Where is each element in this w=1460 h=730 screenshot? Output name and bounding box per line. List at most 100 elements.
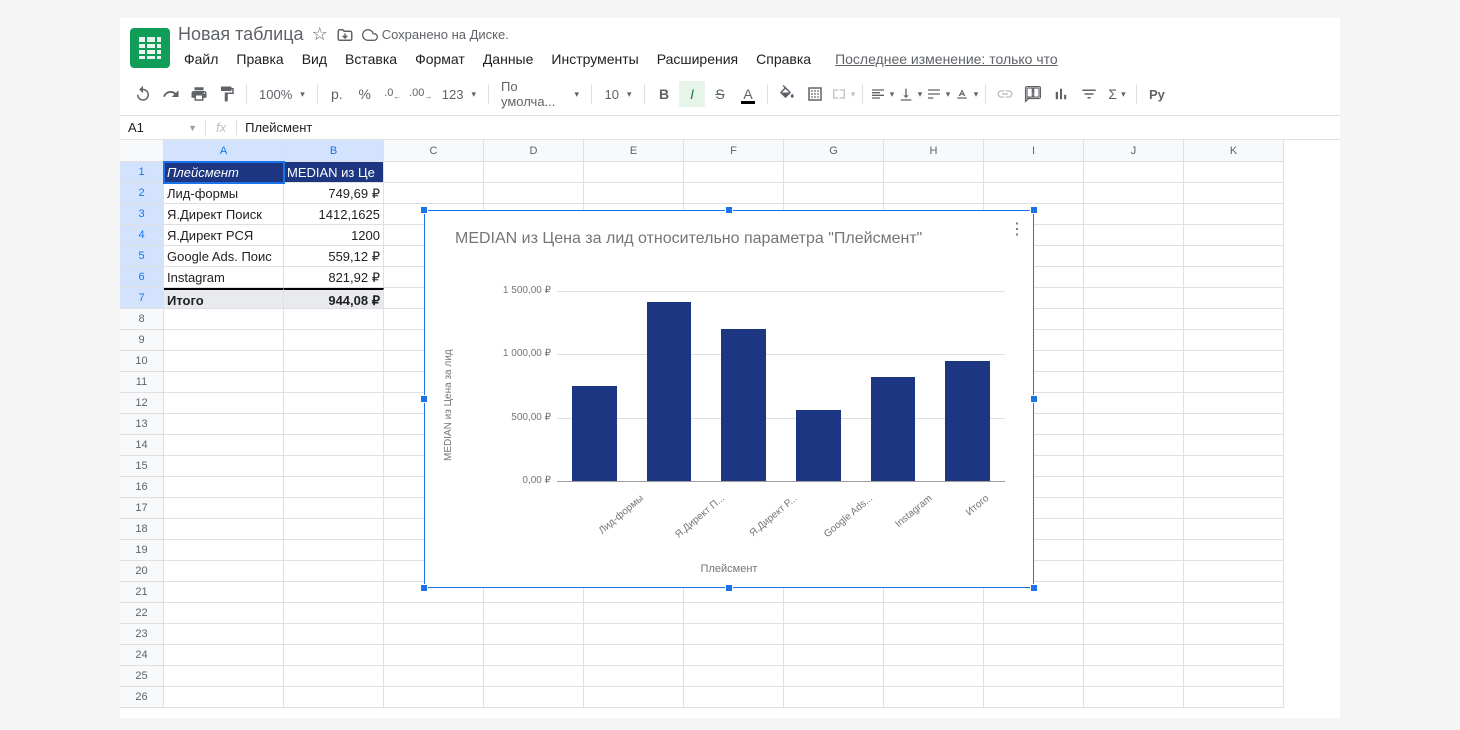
row-header-19[interactable]: 19 xyxy=(120,540,164,561)
chart-object[interactable]: ⋮ MEDIAN из Цена за лид относительно пар… xyxy=(424,210,1034,588)
cell-D23[interactable] xyxy=(484,624,584,645)
cell-H23[interactable] xyxy=(884,624,984,645)
cell-D24[interactable] xyxy=(484,645,584,666)
cell-I24[interactable] xyxy=(984,645,1084,666)
cell-J25[interactable] xyxy=(1084,666,1184,687)
cell-J16[interactable] xyxy=(1084,477,1184,498)
cell-J1[interactable] xyxy=(1084,162,1184,183)
cell-J18[interactable] xyxy=(1084,519,1184,540)
cell-K19[interactable] xyxy=(1184,540,1284,561)
cell-D26[interactable] xyxy=(484,687,584,708)
cell-B12[interactable] xyxy=(284,393,384,414)
percent-button[interactable]: % xyxy=(352,81,378,107)
fill-color-button[interactable] xyxy=(774,81,800,107)
row-header-24[interactable]: 24 xyxy=(120,645,164,666)
paint-format-button[interactable] xyxy=(214,81,240,107)
cell-K23[interactable] xyxy=(1184,624,1284,645)
cell-A22[interactable] xyxy=(164,603,284,624)
col-header-J[interactable]: J xyxy=(1084,140,1184,162)
cell-B15[interactable] xyxy=(284,456,384,477)
cell-B2[interactable]: 749,69 ₽ xyxy=(284,183,384,204)
cell-K13[interactable] xyxy=(1184,414,1284,435)
col-header-H[interactable]: H xyxy=(884,140,984,162)
cell-A25[interactable] xyxy=(164,666,284,687)
cell-J19[interactable] xyxy=(1084,540,1184,561)
cell-K1[interactable] xyxy=(1184,162,1284,183)
cell-A15[interactable] xyxy=(164,456,284,477)
cell-H1[interactable] xyxy=(884,162,984,183)
cell-J11[interactable] xyxy=(1084,372,1184,393)
row-header-1[interactable]: 1 xyxy=(120,162,164,183)
h-align-button[interactable] xyxy=(869,81,895,107)
row-header-23[interactable]: 23 xyxy=(120,624,164,645)
doc-title[interactable]: Новая таблица xyxy=(178,24,304,45)
col-header-A[interactable]: A xyxy=(164,140,284,162)
row-header-12[interactable]: 12 xyxy=(120,393,164,414)
cell-A1[interactable]: Плейсмент xyxy=(164,162,284,183)
currency-button[interactable]: р. xyxy=(324,81,350,107)
cell-I22[interactable] xyxy=(984,603,1084,624)
row-header-18[interactable]: 18 xyxy=(120,519,164,540)
link-button[interactable] xyxy=(992,81,1018,107)
cell-A18[interactable] xyxy=(164,519,284,540)
menu-Формат[interactable]: Формат xyxy=(409,49,471,69)
cell-G22[interactable] xyxy=(784,603,884,624)
cell-I23[interactable] xyxy=(984,624,1084,645)
menu-Расширения[interactable]: Расширения xyxy=(651,49,744,69)
borders-button[interactable] xyxy=(802,81,828,107)
row-header-11[interactable]: 11 xyxy=(120,372,164,393)
cell-A17[interactable] xyxy=(164,498,284,519)
cell-H22[interactable] xyxy=(884,603,984,624)
cell-A13[interactable] xyxy=(164,414,284,435)
text-color-button[interactable]: A xyxy=(735,81,761,107)
cell-E22[interactable] xyxy=(584,603,684,624)
cell-B26[interactable] xyxy=(284,687,384,708)
cell-A19[interactable] xyxy=(164,540,284,561)
bar-3[interactable] xyxy=(796,410,841,481)
col-header-G[interactable]: G xyxy=(784,140,884,162)
cell-K2[interactable] xyxy=(1184,183,1284,204)
row-header-22[interactable]: 22 xyxy=(120,603,164,624)
cell-J23[interactable] xyxy=(1084,624,1184,645)
cell-G24[interactable] xyxy=(784,645,884,666)
cell-I25[interactable] xyxy=(984,666,1084,687)
sheets-logo-icon[interactable] xyxy=(130,28,170,68)
cell-B10[interactable] xyxy=(284,351,384,372)
menu-Вставка[interactable]: Вставка xyxy=(339,49,403,69)
cell-A9[interactable] xyxy=(164,330,284,351)
cell-C25[interactable] xyxy=(384,666,484,687)
cell-E23[interactable] xyxy=(584,624,684,645)
cell-B23[interactable] xyxy=(284,624,384,645)
cell-H2[interactable] xyxy=(884,183,984,204)
cell-B16[interactable] xyxy=(284,477,384,498)
cell-B19[interactable] xyxy=(284,540,384,561)
cell-F22[interactable] xyxy=(684,603,784,624)
text-wrap-button[interactable] xyxy=(925,81,951,107)
cell-H24[interactable] xyxy=(884,645,984,666)
cell-G23[interactable] xyxy=(784,624,884,645)
cell-A26[interactable] xyxy=(164,687,284,708)
cell-E24[interactable] xyxy=(584,645,684,666)
cell-A5[interactable]: Google Ads. Поис xyxy=(164,246,284,267)
cell-F23[interactable] xyxy=(684,624,784,645)
cell-J24[interactable] xyxy=(1084,645,1184,666)
cell-K7[interactable] xyxy=(1184,288,1284,309)
cell-A24[interactable] xyxy=(164,645,284,666)
select-all-corner[interactable] xyxy=(120,140,164,162)
cell-J4[interactable] xyxy=(1084,225,1184,246)
cell-B14[interactable] xyxy=(284,435,384,456)
cell-K5[interactable] xyxy=(1184,246,1284,267)
menu-Инструменты[interactable]: Инструменты xyxy=(545,49,644,69)
cell-A3[interactable]: Я.Директ Поиск xyxy=(164,204,284,225)
cell-D22[interactable] xyxy=(484,603,584,624)
cell-C26[interactable] xyxy=(384,687,484,708)
cell-B20[interactable] xyxy=(284,561,384,582)
menu-Данные[interactable]: Данные xyxy=(477,49,540,69)
cell-B1[interactable]: MEDIAN из Це xyxy=(284,162,384,183)
col-header-C[interactable]: C xyxy=(384,140,484,162)
cell-A6[interactable]: Instagram xyxy=(164,267,284,288)
row-header-6[interactable]: 6 xyxy=(120,267,164,288)
cell-J5[interactable] xyxy=(1084,246,1184,267)
row-header-26[interactable]: 26 xyxy=(120,687,164,708)
font-dropdown[interactable]: По умолча... xyxy=(495,79,585,109)
